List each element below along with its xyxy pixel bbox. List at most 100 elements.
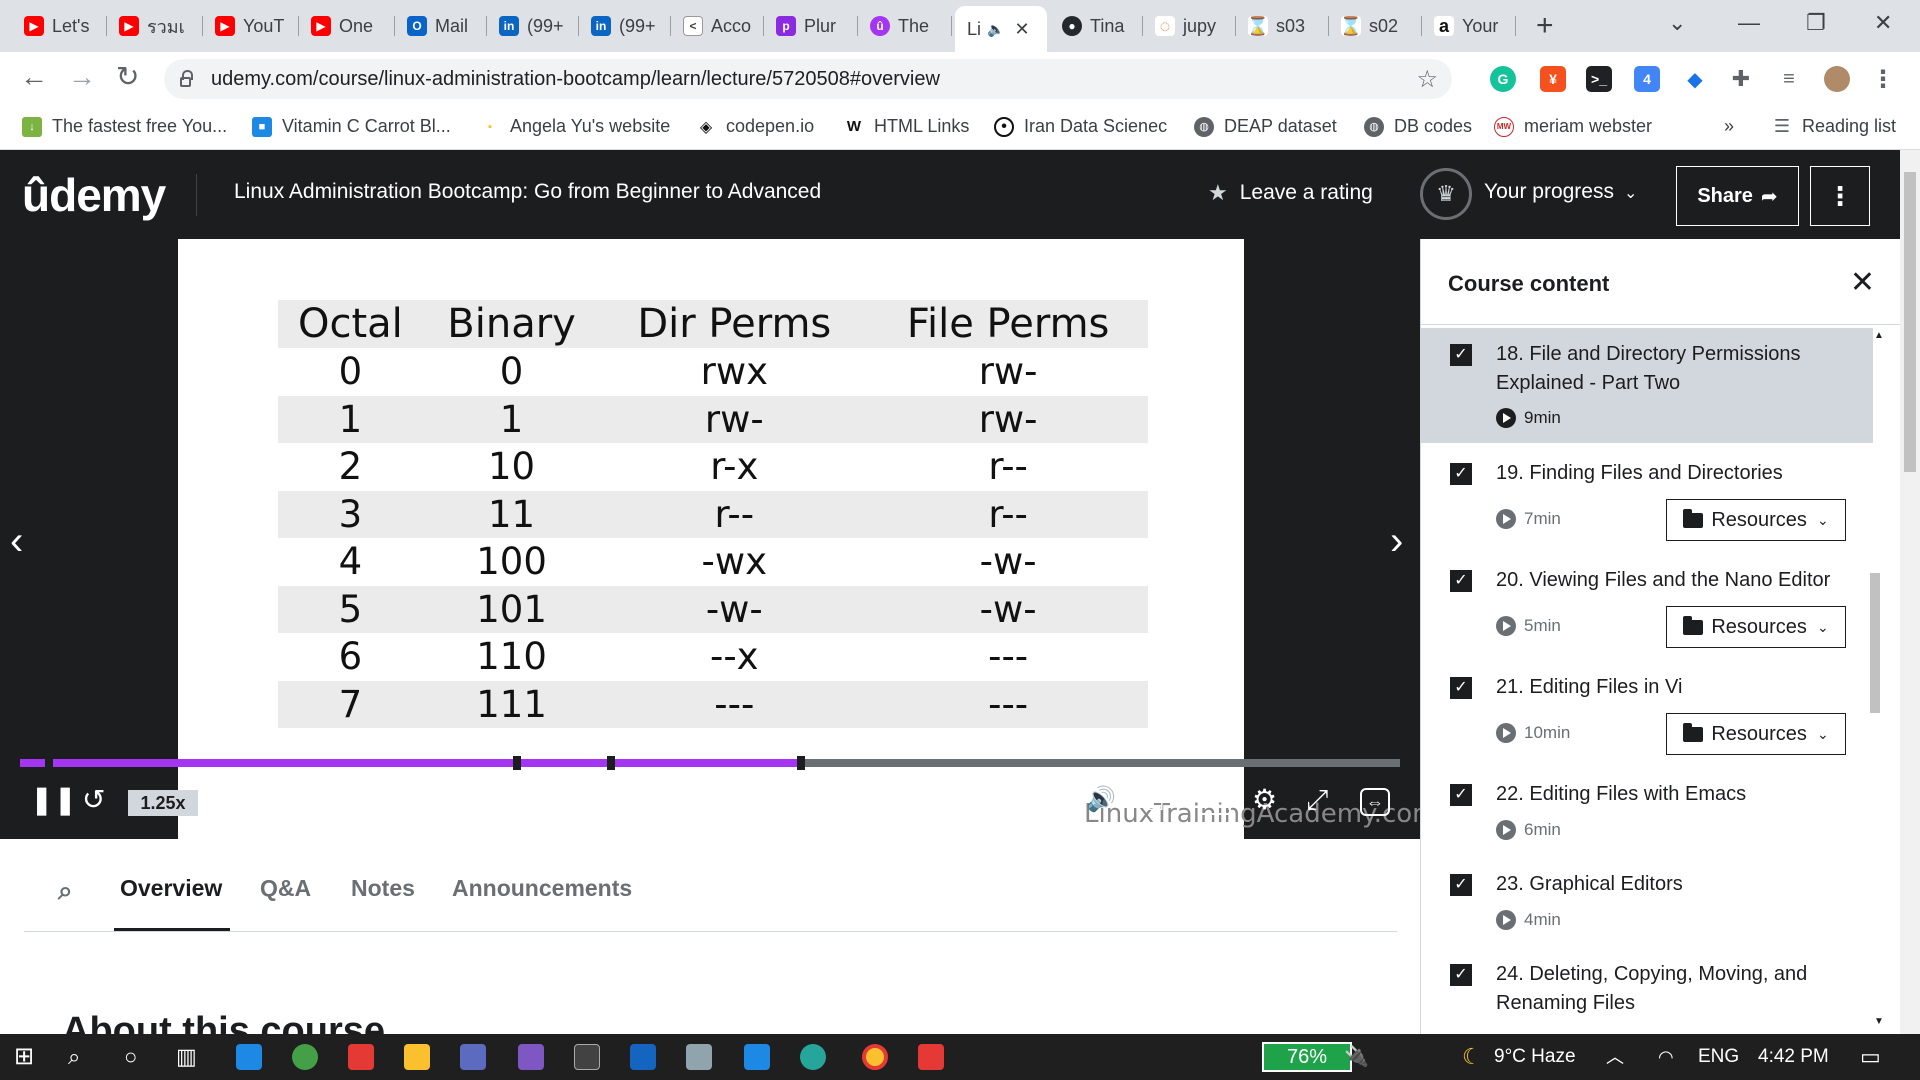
bookmark-item[interactable]: ◍ DB codes	[1364, 116, 1472, 137]
fullscreen-icon[interactable]: ⤢	[1306, 785, 1328, 815]
bookmark-item[interactable]: MW meriam webster	[1494, 116, 1652, 137]
url-text[interactable]: udemy.com/course/linux-administration-bo…	[211, 68, 940, 91]
video-player[interactable]: Octal Binary Dir Perms File Perms 0 0 rwx r…	[0, 239, 1438, 839]
close-icon[interactable]: ✕	[1850, 265, 1875, 300]
bookmark-item[interactable]: • Iran Data Scienec	[994, 116, 1167, 137]
search-icon[interactable]: ⌕	[58, 875, 73, 907]
bookmark-item[interactable]: ◍ DEAP dataset	[1194, 116, 1337, 137]
browser-tab[interactable]: û The	[858, 8, 952, 44]
file-explorer-icon[interactable]	[404, 1044, 430, 1070]
address-bar[interactable]: udemy.com/course/linux-administration-bo…	[164, 59, 1452, 99]
scroll-up-icon[interactable]: ▲	[1874, 330, 1884, 341]
theater-mode-icon[interactable]: ⇔	[1360, 788, 1390, 816]
lecture-item[interactable]: ✓ 18. File and Directory Permissions Exp…	[1421, 328, 1873, 443]
search-icon[interactable]: ⌕	[68, 1044, 80, 1070]
browser-tab[interactable]: ⌛ s03	[1236, 8, 1329, 44]
close-tab-icon[interactable]: ✕	[1014, 19, 1029, 40]
grammarly-icon[interactable]: G	[1490, 66, 1516, 92]
browser-tab[interactable]: ▶ รวมเ	[107, 8, 203, 44]
browser-tab[interactable]: O Mail	[395, 8, 487, 44]
puzzle-icon[interactable]: ✚	[1728, 66, 1754, 92]
cortana-icon[interactable]: ○	[124, 1044, 137, 1070]
previous-lecture-icon[interactable]: ‹	[10, 519, 23, 564]
browser-tab[interactable]: ⌛ s02	[1329, 8, 1422, 44]
your-progress-button[interactable]: Your progress ⌄	[1484, 180, 1637, 204]
seek-bookmark-marker[interactable]	[44, 756, 53, 770]
power-plug-icon[interactable]: 🔌	[1344, 1044, 1369, 1070]
app-icon[interactable]	[292, 1044, 318, 1070]
box-app-icon[interactable]	[686, 1044, 712, 1070]
forward-button[interactable]: →	[68, 62, 96, 92]
browser-tab[interactable]: in (99+	[487, 8, 579, 44]
chevron-up-icon[interactable]: ︿	[1606, 1044, 1624, 1070]
course-title[interactable]: Linux Administration Bootcamp: Go from B…	[234, 180, 821, 204]
seek-bookmark-marker[interactable]	[796, 756, 805, 770]
checkbox-checked[interactable]: ✓	[1450, 784, 1472, 806]
windows-start-icon[interactable]: ⊞	[14, 1044, 34, 1070]
browser-tab[interactable]: ▶ Let's	[12, 8, 107, 44]
browser-tab[interactable]: a Your	[1422, 8, 1516, 44]
add-note-icon[interactable]: ✎	[376, 785, 394, 815]
pause-icon[interactable]: ❚❚	[30, 785, 77, 815]
transcript-icon[interactable]: ▤	[1142, 785, 1165, 815]
audio-icon[interactable]: 🔈	[987, 21, 1004, 38]
wifi-icon[interactable]: ◠	[1658, 1044, 1674, 1070]
restore-button[interactable]: ❐	[1806, 10, 1826, 36]
leave-rating-button[interactable]: ★ Leave a rating	[1208, 180, 1373, 206]
forward-icon[interactable]: ↻	[216, 785, 239, 815]
reading-list-button[interactable]: ☰ Reading list	[1772, 116, 1896, 137]
browser-tab[interactable]: < Acco	[671, 8, 764, 44]
bookmark-star-icon[interactable]: ☆	[1416, 65, 1438, 94]
resources-dropdown[interactable]: Resources ⌄	[1666, 606, 1846, 648]
tab-search-icon[interactable]: ⌄	[1668, 10, 1686, 36]
calendar-app-icon[interactable]	[236, 1044, 262, 1070]
tab-overview[interactable]: Overview	[120, 875, 222, 902]
lock-icon[interactable]	[180, 70, 193, 87]
seek-bookmark-marker[interactable]	[606, 756, 615, 770]
extension-icon[interactable]: ¥	[1540, 66, 1566, 92]
notifications-icon[interactable]: ▭	[1860, 1044, 1881, 1070]
more-options-button[interactable]: ⋮	[1810, 166, 1870, 226]
app-icon[interactable]	[630, 1044, 656, 1070]
browser-tab[interactable]: ▶ One	[299, 8, 395, 44]
scroll-down-icon[interactable]: ▼	[1874, 1016, 1884, 1027]
checkbox-checked[interactable]: ✓	[1450, 570, 1472, 592]
next-lecture-icon[interactable]: ›	[1390, 519, 1403, 564]
terminal-icon[interactable]: >_	[1586, 66, 1612, 92]
share-button[interactable]: Share ➦	[1676, 166, 1799, 226]
lecture-item[interactable]: ✓ 20. Viewing Files and the Nano Editor …	[1421, 550, 1873, 657]
udemy-logo[interactable]: ûdemy	[22, 168, 166, 222]
page-scrollbar[interactable]	[1900, 150, 1920, 1034]
battery-indicator[interactable]: 76%	[1262, 1042, 1352, 1072]
checkbox-checked[interactable]: ✓	[1450, 344, 1472, 366]
playback-speed-button[interactable]: 1.25x	[128, 790, 198, 816]
vscode-icon[interactable]	[744, 1044, 770, 1070]
rewind-icon[interactable]: ↺	[82, 785, 105, 815]
chrome-menu-icon[interactable]: ⋮	[1870, 66, 1896, 93]
lecture-item[interactable]: ✓ 21. Editing Files in Vi 10min Resource…	[1421, 657, 1873, 764]
bookmark-item[interactable]: W HTML Links	[844, 116, 969, 137]
volume-icon[interactable]: 🔊	[1086, 785, 1116, 815]
window-close-button[interactable]: ✕	[1874, 10, 1892, 36]
task-view-icon[interactable]: ▥	[176, 1044, 197, 1070]
app-icon[interactable]	[918, 1044, 944, 1070]
tab-notes[interactable]: Notes	[351, 875, 415, 902]
seek-bar[interactable]	[20, 756, 1400, 770]
resources-dropdown[interactable]: Resources ⌄	[1666, 499, 1846, 541]
browser-tab[interactable]: ◌ jupy	[1143, 8, 1236, 44]
edge-icon[interactable]	[800, 1044, 826, 1070]
translate-icon[interactable]: 4	[1634, 66, 1660, 92]
lecture-item[interactable]: ✓ 22. Editing Files with Emacs 6min	[1421, 764, 1873, 854]
reload-button[interactable]: ↻	[116, 62, 139, 92]
lecture-item[interactable]: ✓ 23. Graphical Editors 4min	[1421, 854, 1873, 944]
checkbox-checked[interactable]: ✓	[1450, 677, 1472, 699]
tab-announcements[interactable]: Announcements	[452, 875, 632, 902]
tab-qa[interactable]: Q&A	[260, 875, 311, 902]
lecture-item[interactable]: ✓ 24. Deleting, Copying, Moving, and Ren…	[1421, 944, 1873, 1034]
checkbox-checked[interactable]: ✓	[1450, 874, 1472, 896]
resources-dropdown[interactable]: Resources ⌄	[1666, 713, 1846, 755]
browser-tab-active[interactable]: Li 🔈 ✕	[955, 6, 1047, 52]
bookmark-item[interactable]: ■ Vitamin C Carrot Bl...	[252, 116, 451, 137]
language-indicator[interactable]: ENG	[1698, 1046, 1739, 1068]
trophy-icon[interactable]: ♛	[1420, 168, 1472, 220]
